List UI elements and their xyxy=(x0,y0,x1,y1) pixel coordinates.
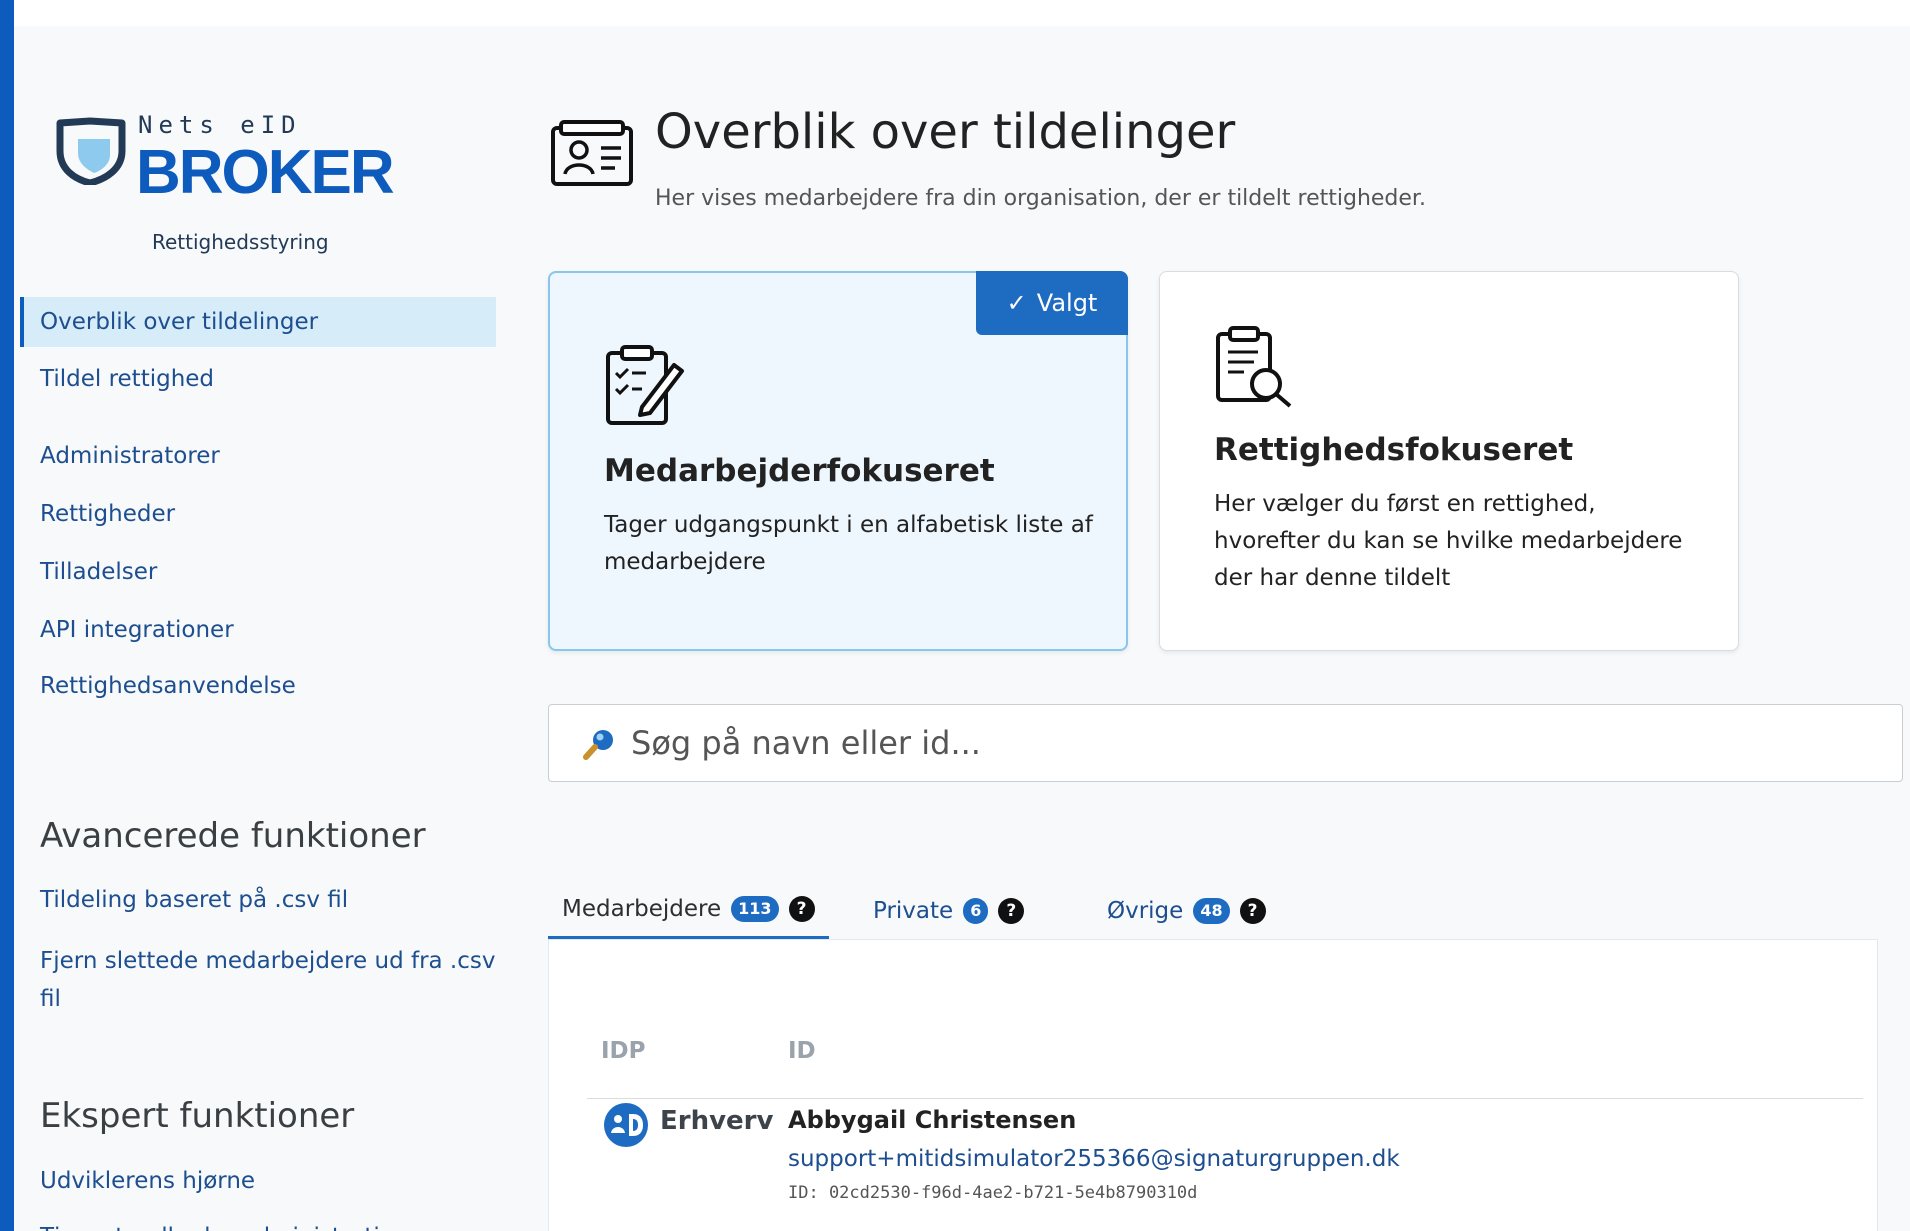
card-title: Medarbejderfokuseret xyxy=(604,453,995,489)
expert-heading: Ekspert funktioner xyxy=(40,1096,355,1136)
left-accent-bar xyxy=(0,0,14,1231)
app-container: Nets eID BROKER Rettighedsstyring Overbl… xyxy=(14,26,1910,1231)
card-medarbejderfokuseret[interactable]: ✓ Valgt Medarbejderfokuseret Tager udgan… xyxy=(548,271,1128,651)
header-divider xyxy=(587,1098,1863,1099)
sidebar-item-csv-tildeling[interactable]: Tildeling baseret på .csv fil xyxy=(40,881,500,919)
logo[interactable]: Nets eID BROKER Rettighedsstyring xyxy=(42,111,402,254)
main-content: Overblik over tildelinger Her vises meda… xyxy=(514,26,1910,1231)
clipboard-search-icon xyxy=(1216,326,1292,408)
search-input[interactable] xyxy=(631,719,1831,767)
sidebar-item-tilladelser[interactable]: Tilladelser xyxy=(20,547,496,597)
sidebar-item-udviklerens-hjorne[interactable]: Udviklerens hjørne xyxy=(40,1162,500,1200)
help-icon[interactable]: ? xyxy=(788,896,815,922)
page-subtitle: Her vises medarbejdere fra din organisat… xyxy=(655,186,1426,211)
tab-private[interactable]: Private 6 ? xyxy=(873,882,1025,940)
search-box xyxy=(548,704,1903,782)
sidebar-item-rettigheder[interactable]: Rettigheder xyxy=(20,489,496,539)
card-description: Tager udgangspunkt i en alfabetisk liste… xyxy=(604,512,1093,575)
tab-label: Øvrige xyxy=(1107,898,1184,924)
top-band xyxy=(14,0,1910,26)
logo-product: BROKER xyxy=(136,138,395,207)
clipboard-pen-icon xyxy=(606,345,684,425)
count-badge: 48 xyxy=(1193,898,1230,924)
help-icon[interactable]: ? xyxy=(1239,898,1266,924)
tab-label: Medarbejdere xyxy=(562,896,722,922)
page-title: Overblik over tildelinger xyxy=(655,104,1236,160)
sidebar-item-api-integrationer[interactable]: API integrationer xyxy=(20,605,496,655)
card-description: Her vælger du først en rettighed, hvoref… xyxy=(1214,491,1683,591)
employee-name[interactable]: Abbygail Christensen xyxy=(788,1106,1076,1134)
id-card-icon xyxy=(551,120,633,186)
sidebar-item-administratorer[interactable]: Administratorer xyxy=(20,431,496,481)
selected-badge: ✓ Valgt xyxy=(976,271,1128,335)
idp-label: Erhverv xyxy=(660,1106,774,1136)
tab-label: Private xyxy=(873,898,954,924)
selected-badge-label: Valgt xyxy=(1036,289,1098,317)
sidebar-item-tildel-rettighed[interactable]: Tildel rettighed xyxy=(20,354,496,404)
logo-brand: Nets eID xyxy=(138,111,302,139)
advanced-heading: Avancerede funktioner xyxy=(40,816,426,856)
tab-ovrige[interactable]: Øvrige 48 ? xyxy=(1107,882,1266,940)
sidebar-item-tjenesteudbyder[interactable]: Tjenesteudbyder administration xyxy=(40,1218,500,1231)
employee-email: support+mitidsimulator255366@signaturgru… xyxy=(788,1146,1400,1172)
sidebar-item-fjern-slettede[interactable]: Fjern slettede medarbejdere ud fra .csv … xyxy=(40,942,500,1018)
count-badge: 113 xyxy=(731,896,779,922)
shield-logo-icon xyxy=(56,117,126,185)
column-header-id[interactable]: ID xyxy=(788,1038,816,1064)
tab-medarbejdere[interactable]: Medarbejdere 113 ? xyxy=(548,882,829,940)
card-title: Rettighedsfokuseret xyxy=(1214,432,1574,468)
search-icon xyxy=(583,730,613,760)
sidebar-item-overblik[interactable]: Overblik over tildelinger xyxy=(20,297,496,347)
help-icon[interactable]: ? xyxy=(998,898,1025,924)
count-badge: 6 xyxy=(963,898,989,924)
employee-id: ID: 02cd2530-f96d-4ae2-b721-5e4b8790310d xyxy=(788,1183,1198,1203)
logo-subtitle: Rettighedsstyring xyxy=(152,230,329,254)
table-panel: IDP ID Erhverv Abbygail Christensen supp… xyxy=(548,939,1878,1231)
column-header-idp[interactable]: IDP xyxy=(601,1038,646,1064)
card-rettighedsfokuseret[interactable]: Rettighedsfokuseret Her vælger du først … xyxy=(1159,271,1739,651)
sidebar: Nets eID BROKER Rettighedsstyring Overbl… xyxy=(14,26,514,1231)
checkmark-icon: ✓ xyxy=(1006,289,1027,317)
erhverv-id-icon xyxy=(604,1103,648,1147)
sidebar-item-rettighedsanvendelse[interactable]: Rettighedsanvendelse xyxy=(20,661,496,711)
